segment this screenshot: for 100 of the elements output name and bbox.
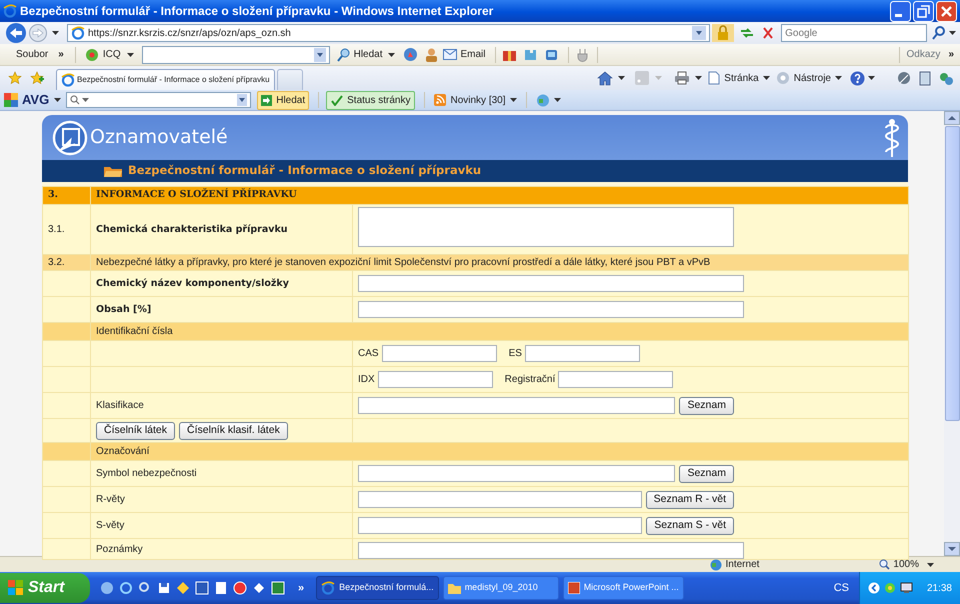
taskbar-button[interactable]: Microsoft PowerPoint ...: [562, 576, 684, 600]
logo-icon: [4, 93, 18, 107]
zoom-button[interactable]: 100%: [893, 557, 919, 572]
search-button[interactable]: [931, 25, 947, 41]
input-field[interactable]: [358, 491, 642, 508]
search-button[interactable]: Hledat: [336, 47, 382, 62]
icq-button[interactable]: ICQ: [84, 47, 121, 62]
input-field[interactable]: [358, 517, 642, 534]
monitor-icon[interactable]: [900, 582, 913, 594]
tab-title: Bezpečnostní formulář - Informace o složení přípravku: [77, 74, 270, 86]
taskbar-button[interactable]: Bezpečnostní formulá...: [316, 576, 439, 600]
combo-field[interactable]: [142, 46, 330, 64]
input-field[interactable]: [358, 465, 676, 482]
email-button[interactable]: Email: [442, 47, 486, 62]
menu-item[interactable]: Soubor: [16, 47, 48, 62]
input-field[interactable]: [378, 371, 493, 388]
check-icon: [331, 94, 344, 106]
ie-icon[interactable]: [119, 581, 133, 595]
tools-menu-button[interactable]: Nástroje: [776, 70, 831, 86]
input-field[interactable]: [382, 345, 497, 362]
search-field[interactable]: Google: [781, 24, 927, 42]
language-indicator[interactable]: CS: [834, 580, 849, 596]
add-favorite-icon[interactable]: [30, 71, 44, 85]
field-label: Obsah [%]: [96, 304, 152, 315]
caret-icon: [554, 98, 561, 102]
forward-button[interactable]: [28, 22, 48, 44]
caret-icon: [618, 76, 626, 80]
chevron-button[interactable]: »: [298, 580, 304, 596]
text-area[interactable]: [358, 207, 734, 247]
back-icon[interactable]: [868, 582, 880, 594]
url-text: https://snzr.ksrzis.cz/snzr/aps/ozn/aps_ozn.sh: [88, 26, 292, 40]
flower-icon[interactable]: [884, 582, 896, 594]
input-field[interactable]: [358, 301, 744, 318]
section-title: INFORMACE O SLOŽENÍ PŘÍPRAVKU: [96, 189, 297, 200]
status-button[interactable]: Status stránky: [326, 90, 416, 110]
list-button[interactable]: Seznam: [679, 396, 734, 414]
favorites-star-icon[interactable]: [8, 71, 22, 85]
back-button[interactable]: [4, 22, 28, 44]
input-field[interactable]: [524, 345, 640, 362]
field-label: IDX: [358, 373, 375, 387]
zone-text: Internet: [726, 558, 760, 572]
chevron-button[interactable]: »: [58, 47, 64, 62]
close-button[interactable]: [936, 0, 957, 22]
help-icon[interactable]: [850, 70, 865, 86]
input-field[interactable]: [358, 542, 744, 559]
catalog-button[interactable]: Číselník látek: [96, 422, 176, 440]
tv-icon[interactable]: [544, 47, 559, 62]
caret-icon: [695, 76, 702, 80]
gear-icon: [776, 71, 790, 85]
dropdown-button[interactable]: [237, 94, 248, 106]
dropdown-button[interactable]: [314, 48, 326, 62]
folder-icon: [448, 582, 461, 594]
clock: 21:38: [926, 582, 952, 596]
news-button[interactable]: Novinky [30]: [434, 92, 506, 108]
print-icon[interactable]: [674, 71, 690, 85]
ie-icon: [61, 73, 75, 87]
taskbar-button[interactable]: medistyl_09_2010: [442, 576, 559, 600]
field-label: CAS: [358, 347, 379, 361]
dropdown-button[interactable]: [692, 26, 706, 40]
chevron-button[interactable]: »: [948, 47, 954, 62]
list-button[interactable]: Seznam R - vět: [646, 490, 734, 508]
record-icon[interactable]: [233, 581, 247, 595]
caret-icon: [388, 52, 394, 56]
caret-icon: [510, 98, 517, 102]
input-field[interactable]: [558, 371, 674, 388]
plug-icon[interactable]: [576, 47, 589, 62]
search-button[interactable]: Hledat: [257, 90, 310, 110]
caret-icon: [54, 98, 62, 102]
list-button[interactable]: Seznam S - vět: [646, 516, 734, 534]
excel-icon[interactable]: [271, 581, 285, 595]
catalog-button[interactable]: Číselník klasif. látek: [179, 422, 288, 440]
document-icon[interactable]: [214, 581, 228, 595]
list-button[interactable]: Seznam: [679, 464, 734, 482]
caret-icon: [949, 31, 956, 35]
search-field[interactable]: [66, 92, 252, 108]
diamond-icon[interactable]: [176, 581, 190, 595]
minimize-button[interactable]: [890, 0, 911, 22]
address-field[interactable]: https://snzr.ksrzis.cz/snzr/aps/ozn/aps_ozn.sh: [67, 24, 710, 42]
field-label: Registrační: [504, 373, 556, 387]
caret-icon: [126, 52, 134, 56]
links-button[interactable]: Odkazy: [906, 47, 940, 62]
browser-tab[interactable]: Bezpečnostní formulář - Informace o složení přípravku: [56, 69, 275, 90]
scrollbar[interactable]: [944, 111, 960, 556]
caret-icon: [835, 76, 842, 80]
person-icon[interactable]: [424, 47, 438, 62]
home-icon[interactable]: [597, 70, 614, 86]
scroll-down-icon[interactable]: [944, 542, 960, 556]
compass-icon[interactable]: [402, 47, 418, 62]
page-menu-button[interactable]: Stránka: [708, 70, 759, 86]
caret-icon: [82, 98, 90, 102]
input-field[interactable]: [358, 275, 744, 292]
windows-logo-icon: [8, 580, 24, 596]
puzzle-icon[interactable]: [522, 47, 538, 62]
scroll-up-icon[interactable]: [944, 111, 960, 125]
document-icon[interactable]: [918, 70, 933, 86]
field-label: S-věty: [96, 520, 124, 531]
group-heading: Identifikační čísla: [96, 326, 173, 337]
input-field[interactable]: [358, 397, 676, 414]
restore-button[interactable]: [913, 0, 934, 22]
word-icon[interactable]: [195, 581, 209, 595]
